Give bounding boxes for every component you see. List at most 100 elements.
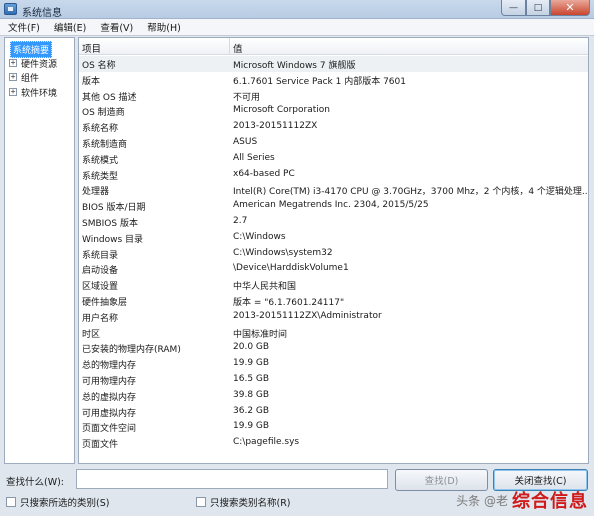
row-item-value: Microsoft Corporation: [233, 105, 330, 116]
list-row[interactable]: 版本 6.1.7601 Service Pack 1 内部版本 7601: [79, 72, 588, 88]
row-item-name: 可用物理内存: [82, 377, 137, 387]
menu-bar: 文件(F) 编辑(E) 查看(V) 帮助(H): [0, 19, 594, 36]
row-item-value: 16.5 GB: [233, 374, 270, 384]
search-category-names-checkbox[interactable]: [196, 497, 206, 507]
menu-edit[interactable]: 编辑(E): [50, 20, 90, 34]
title-bar: 系统信息 — □ ✕: [0, 0, 594, 19]
list-row[interactable]: 可用虚拟内存 36.2 GB: [79, 404, 588, 420]
list-row[interactable]: 系统目录 C:\Windows\system32: [79, 246, 588, 262]
list-row[interactable]: BIOS 版本/日期 American Megatrends Inc. 2304,…: [79, 198, 588, 214]
search-selected-category-option[interactable]: 只搜索所选的类别(S): [6, 495, 109, 509]
tree-item-label: 软件环境: [21, 88, 58, 99]
list-row[interactable]: 总的物理内存 19.9 GB: [79, 356, 588, 372]
expand-icon[interactable]: +: [9, 59, 17, 67]
list-row[interactable]: 系统类型 x64-based PC: [79, 167, 588, 183]
row-item-value: 不可用: [233, 92, 261, 103]
tree-item-components[interactable]: + 组件: [9, 71, 40, 84]
list-row[interactable]: 系统名称 2013-20151112ZX: [79, 119, 588, 135]
list-row[interactable]: 已安装的物理内存(RAM) 20.0 GB: [79, 340, 588, 356]
expand-icon[interactable]: +: [9, 88, 17, 96]
row-item-value: 36.2 GB: [233, 405, 270, 416]
list-row[interactable]: 总的虚拟内存 39.8 GB: [79, 388, 588, 404]
menu-help[interactable]: 帮助(H): [143, 20, 185, 34]
row-item-value: 2013-20151112ZX\Administrator: [233, 310, 382, 321]
row-item-name: 系统制造商: [82, 140, 128, 150]
row-item-value: C:\Windows: [233, 231, 286, 242]
watermark-source: 头条 @老: [456, 493, 508, 508]
row-item-name: 区域设置: [82, 282, 119, 293]
row-item-name: 已安装的物理内存(RAM): [82, 345, 181, 356]
column-header-item[interactable]: 项目: [82, 41, 101, 55]
tree-item-system-summary[interactable]: 系统摘要: [10, 41, 53, 58]
tree-item-hardware-resources[interactable]: + 硬件资源: [9, 57, 58, 70]
watermark: 头条 @老 综合信息: [456, 487, 588, 513]
tree-item-label: 组件: [21, 73, 40, 84]
list-row[interactable]: 页面文件空间 19.9 GB: [79, 419, 588, 435]
list-row[interactable]: Windows 目录 C:\Windows: [79, 230, 588, 246]
find-label: 查找什么(W):: [6, 477, 65, 488]
list-row[interactable]: 处理器 Intel(R) Core(TM) i3-4170 CPU @ 3.70G…: [79, 182, 588, 198]
list-row[interactable]: SMBIOS 版本 2.7: [79, 214, 588, 230]
row-item-value: 39.8 GB: [233, 389, 270, 400]
row-item-value: ASUS: [233, 137, 258, 147]
row-item-value: American Megatrends Inc. 2304, 2015/5/25: [233, 200, 429, 211]
row-item-value: Intel(R) Core(TM) i3-4170 CPU @ 3.70GHz，…: [233, 187, 588, 198]
row-item-name: 版本: [82, 76, 101, 87]
system-info-icon: [4, 3, 17, 15]
row-item-name: 页面文件空间: [82, 424, 137, 435]
row-item-name: BIOS 版本/日期: [82, 203, 146, 214]
category-tree: 系统摘要 + 硬件资源 + 组件 + 软件环境: [4, 37, 75, 464]
row-item-value: 19.9 GB: [233, 421, 270, 432]
row-item-name: 系统名称: [82, 124, 119, 135]
row-item-value: \Device\HarddiskVolume1: [233, 263, 349, 274]
row-item-name: 页面文件: [82, 440, 119, 451]
list-row[interactable]: 可用物理内存 16.5 GB: [79, 372, 588, 388]
list-row[interactable]: 系统模式 All Series: [79, 151, 588, 167]
row-item-name: 总的物理内存: [82, 361, 137, 372]
row-item-name: 硬件抽象层: [82, 298, 128, 308]
list-header: 项目 值: [79, 38, 588, 55]
menu-file[interactable]: 文件(F): [4, 20, 44, 34]
checkbox-label: 只搜索所选的类别(S): [20, 498, 110, 509]
list-row[interactable]: 系统制造商 ASUS: [79, 135, 588, 151]
list-row[interactable]: 页面文件 C:\pagefile.sys: [79, 435, 588, 451]
row-item-name: 用户名称: [82, 313, 119, 324]
column-header-value[interactable]: 值: [233, 41, 243, 55]
list-row[interactable]: OS 名称 Microsoft Windows 7 旗舰版: [79, 56, 588, 72]
row-item-name: 可用虚拟内存: [82, 408, 137, 419]
row-item-name: 系统类型: [82, 171, 119, 182]
list-row[interactable]: 启动设备 \Device\HarddiskVolume1: [79, 261, 588, 277]
row-item-value: C:\pagefile.sys: [233, 437, 300, 448]
search-category-names-option[interactable]: 只搜索类别名称(R): [196, 495, 291, 509]
row-item-name: OS 制造商: [82, 108, 125, 119]
search-selected-category-checkbox[interactable]: [6, 497, 16, 507]
maximize-button[interactable]: □: [526, 0, 550, 16]
details-list[interactable]: 项目 值 OS 名称 Microsoft Windows 7 旗舰版版本 6.1.7…: [78, 37, 589, 464]
list-row[interactable]: OS 制造商 Microsoft Corporation: [79, 103, 588, 119]
minimize-button[interactable]: —: [501, 0, 526, 16]
find-input[interactable]: [76, 469, 388, 489]
menu-view[interactable]: 查看(V): [96, 20, 137, 34]
row-item-name: SMBIOS 版本: [82, 219, 138, 229]
list-row[interactable]: 区域设置 中华人民共和国: [79, 277, 588, 293]
column-divider[interactable]: [229, 38, 230, 55]
expand-icon[interactable]: +: [9, 73, 17, 81]
list-row[interactable]: 用户名称 2013-20151112ZX\Administrator: [79, 309, 588, 325]
tree-item-software-environment[interactable]: + 软件环境: [9, 86, 58, 99]
close-button[interactable]: ✕: [550, 0, 590, 16]
row-item-value: 19.9 GB: [233, 358, 270, 369]
tree-item-label: 硬件资源: [21, 59, 58, 70]
row-item-value: 版本 = "6.1.7601.24117": [233, 298, 345, 308]
list-row[interactable]: 时区 中国标准时间: [79, 325, 588, 341]
row-item-value: 中华人民共和国: [233, 282, 297, 293]
list-row[interactable]: 硬件抽象层 版本 = "6.1.7601.24117": [79, 293, 588, 309]
row-item-value: Microsoft Windows 7 旗舰版: [233, 61, 356, 71]
row-item-value: C:\Windows\system32: [233, 247, 333, 258]
row-item-value: 2.7: [233, 216, 248, 226]
row-item-name: 处理器: [82, 187, 110, 198]
list-row[interactable]: 其他 OS 描述 不可用: [79, 88, 588, 104]
row-item-name: OS 名称: [82, 61, 116, 71]
window-controls: — □ ✕: [501, 0, 590, 17]
row-item-value: 6.1.7601 Service Pack 1 内部版本 7601: [233, 76, 406, 87]
row-item-name: 时区: [82, 329, 101, 340]
